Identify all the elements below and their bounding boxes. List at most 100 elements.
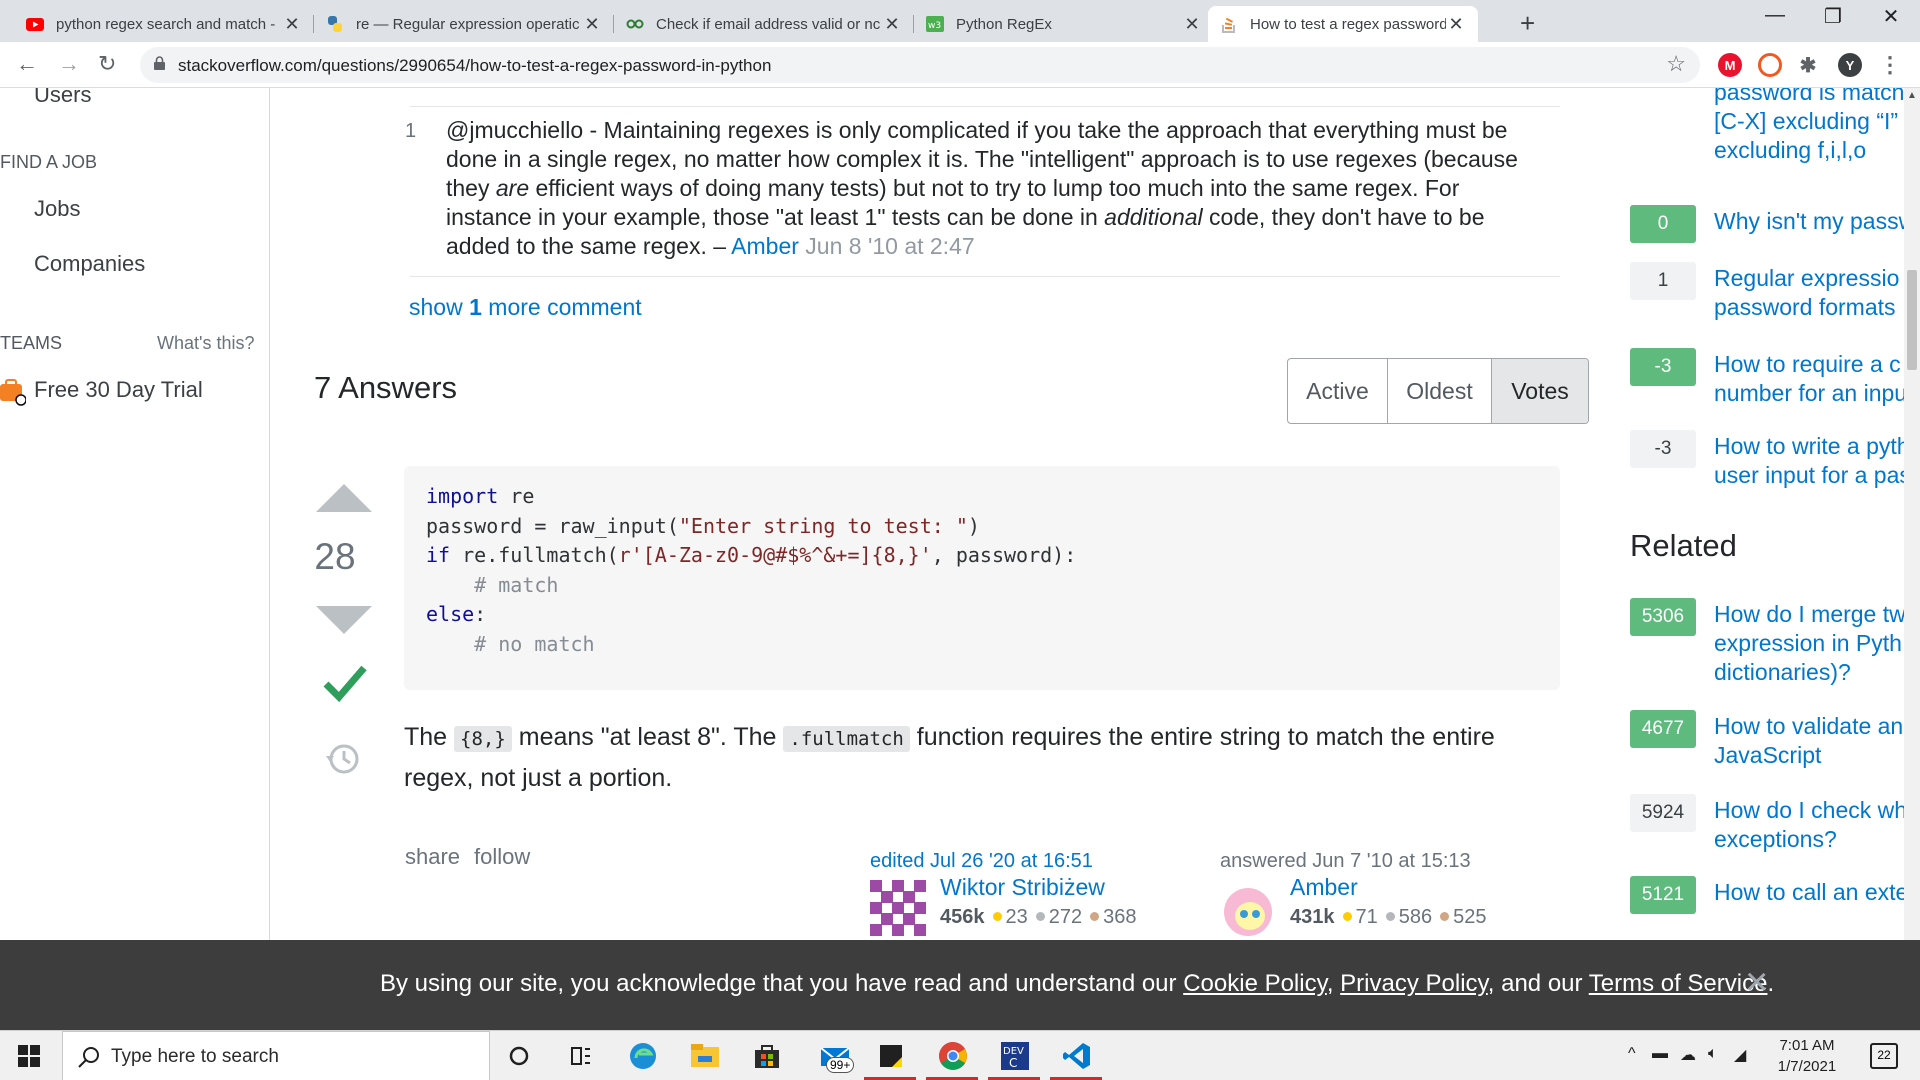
system-clock[interactable]: 7:01 AM 1/7/2021 <box>1762 1035 1852 1077</box>
close-tab-icon[interactable]: ✕ <box>1182 14 1202 35</box>
mail-badge: 99+ <box>826 1057 855 1073</box>
upvote-button[interactable] <box>316 484 372 512</box>
dev-cpp-icon[interactable]: DEV C <box>998 1039 1032 1073</box>
scrollbar-thumb[interactable] <box>1907 270 1917 370</box>
address-bar[interactable]: stackoverflow.com/questions/2990654/how-… <box>140 47 1700 83</box>
nav-companies[interactable]: Companies <box>34 251 145 277</box>
answer-sort-tabs: Active Oldest Votes <box>1287 358 1589 424</box>
search-placeholder: Type here to search <box>111 1046 279 1067</box>
question-score: 0 <box>1630 205 1696 243</box>
new-tab-button[interactable]: + <box>1520 8 1535 39</box>
cookie-message: By using our site, you acknowledge that … <box>380 970 1775 997</box>
chrome-menu-icon[interactable]: ⋮ <box>1878 52 1902 77</box>
briefcase-icon <box>0 378 27 406</box>
linked-question-title[interactable]: Regular expressio password formats <box>1714 264 1904 322</box>
notification-center-icon[interactable]: 22 <box>1870 1043 1898 1069</box>
related-question-title[interactable]: How do I check wh exceptions? <box>1714 796 1904 854</box>
sort-active-button[interactable]: Active <box>1288 359 1388 423</box>
editor-username-link[interactable]: Wiktor Stribiżew <box>940 874 1105 901</box>
close-window-button[interactable]: ✕ <box>1868 4 1914 29</box>
show-hidden-icons-chevron-icon[interactable]: ^ <box>1628 1045 1636 1063</box>
linked-question-title[interactable]: password is match [C-X] excluding “I” ex… <box>1714 88 1904 165</box>
sort-votes-button[interactable]: Votes <box>1492 359 1588 423</box>
linked-question-title[interactable]: Why isn't my passw <box>1714 207 1904 236</box>
comment-score: 1 <box>405 120 417 142</box>
scroll-up-arrow-icon[interactable]: ▲ <box>1907 90 1917 101</box>
question-score: 5121 <box>1630 876 1696 914</box>
privacy-policy-link[interactable]: Privacy Policy <box>1340 970 1488 997</box>
related-question-title[interactable]: How do I merge tw expression in Pyth dicti… <box>1714 600 1904 687</box>
comment-author-link[interactable]: Amber <box>731 233 799 259</box>
edge-browser-icon[interactable] <box>626 1039 660 1073</box>
tab-stackoverflow-active[interactable]: How to test a regex password in ✕ <box>1208 6 1478 42</box>
windows-taskbar: Type here to search 99+ DEV C ^ ▬ ☁ 🔈︎ ◢ … <box>0 1030 1920 1080</box>
show-more-comments-link[interactable]: show 1 more comment <box>409 294 642 321</box>
close-tab-icon[interactable]: ✕ <box>282 14 302 35</box>
tab-youtube[interactable]: python regex search and match - ✕ <box>14 6 314 42</box>
linked-question-title[interactable]: How to require a c number for an inpu <box>1714 350 1904 408</box>
volume-icon[interactable]: 🔈︎ <box>1708 1045 1718 1063</box>
minimize-button[interactable]: — <box>1752 4 1798 27</box>
taskbar-search-box[interactable]: Type here to search <box>62 1031 490 1080</box>
gmail-extension-icon[interactable]: M <box>1718 53 1742 77</box>
bookmark-star-icon[interactable]: ☆ <box>1666 51 1686 77</box>
terms-of-service-link[interactable]: Terms of Service <box>1589 970 1768 997</box>
gold-badge-icon <box>1342 912 1352 921</box>
sort-oldest-button[interactable]: Oldest <box>1388 359 1492 423</box>
editor-signature: edited Jul 26 '20 at 16:51 Wiktor Stribi… <box>870 850 1190 936</box>
cookie-close-button[interactable]: × <box>1745 960 1768 1005</box>
edited-timestamp-link[interactable]: edited Jul 26 '20 at 16:51 <box>870 850 1190 873</box>
vscode-icon[interactable] <box>1060 1039 1094 1073</box>
url-text: stackoverflow.com/questions/2990654/how-… <box>178 56 772 75</box>
back-button[interactable]: ← <box>16 51 38 77</box>
comment-date[interactable]: Jun 8 '10 at 2:47 <box>805 233 974 259</box>
tab-python-regex[interactable]: w3 Python RegEx ✕ <box>914 6 1214 42</box>
nav-jobs[interactable]: Jobs <box>34 196 80 222</box>
question-score: 4677 <box>1630 710 1696 748</box>
question-score: -3 <box>1630 430 1696 468</box>
browser-tab-bar: python regex search and match - ✕ re — R… <box>0 0 1920 42</box>
windows-start-icon[interactable] <box>18 1045 40 1067</box>
microsoft-store-icon[interactable] <box>750 1039 784 1073</box>
related-question-title[interactable]: How to call an exte <box>1714 878 1904 907</box>
battery-icon[interactable]: ▬ <box>1652 1045 1668 1063</box>
sticky-notes-icon[interactable] <box>874 1039 908 1073</box>
whats-this-link[interactable]: What's this? <box>157 333 254 354</box>
tab-check-email[interactable]: Check if email address valid or nc ✕ <box>614 6 914 42</box>
chrome-icon[interactable] <box>936 1039 970 1073</box>
post-menu: share follow <box>405 844 544 870</box>
editor-avatar[interactable] <box>870 880 926 936</box>
wifi-icon[interactable]: ◢ <box>1734 1045 1746 1065</box>
answerer-avatar[interactable] <box>1220 880 1276 936</box>
profile-avatar[interactable]: Y <box>1838 53 1862 77</box>
close-tab-icon[interactable]: ✕ <box>1446 14 1466 35</box>
related-question-title[interactable]: How to validate an JavaScript <box>1714 712 1904 770</box>
linked-question-title[interactable]: How to write a pyth user input for a pas <box>1714 432 1904 490</box>
comment-body: @jmucchiello - Maintaining regexes is on… <box>446 117 1518 259</box>
restore-button[interactable]: ❐ <box>1810 4 1856 29</box>
mail-icon[interactable]: 99+ <box>812 1039 858 1073</box>
file-explorer-icon[interactable] <box>688 1039 722 1073</box>
cortana-icon[interactable] <box>502 1039 536 1073</box>
close-tab-icon[interactable]: ✕ <box>582 14 602 35</box>
downvote-button[interactable] <box>316 606 372 634</box>
close-tab-icon[interactable]: ✕ <box>882 14 902 35</box>
extensions-puzzle-icon[interactable]: ✱ <box>1796 53 1820 77</box>
editor-reputation: 456k 23 272 368 <box>940 906 1137 928</box>
follow-link[interactable]: follow <box>474 844 530 869</box>
free-trial-link[interactable]: Free 30 Day Trial <box>34 377 203 403</box>
tab-python-docs[interactable]: re — Regular expression operatic ✕ <box>314 6 614 42</box>
share-link[interactable]: share <box>405 844 460 869</box>
forward-button[interactable]: → <box>58 51 80 77</box>
find-a-job-heading: FIND A JOB <box>0 152 98 172</box>
page-scrollbar[interactable]: ▲ <box>1904 88 1920 940</box>
revision-history-icon[interactable] <box>324 740 362 778</box>
opera-extension-icon[interactable] <box>1758 53 1782 77</box>
nav-users[interactable]: Users <box>34 88 91 108</box>
cookie-policy-link[interactable]: Cookie Policy <box>1183 970 1327 997</box>
answer-body-text: The {8,} means "at least 8". The .fullma… <box>404 723 1495 792</box>
onedrive-cloud-icon[interactable]: ☁ <box>1680 1045 1696 1065</box>
answerer-username-link[interactable]: Amber <box>1290 874 1358 901</box>
reload-button[interactable]: ↻ <box>98 51 116 77</box>
task-view-icon[interactable] <box>564 1039 598 1073</box>
